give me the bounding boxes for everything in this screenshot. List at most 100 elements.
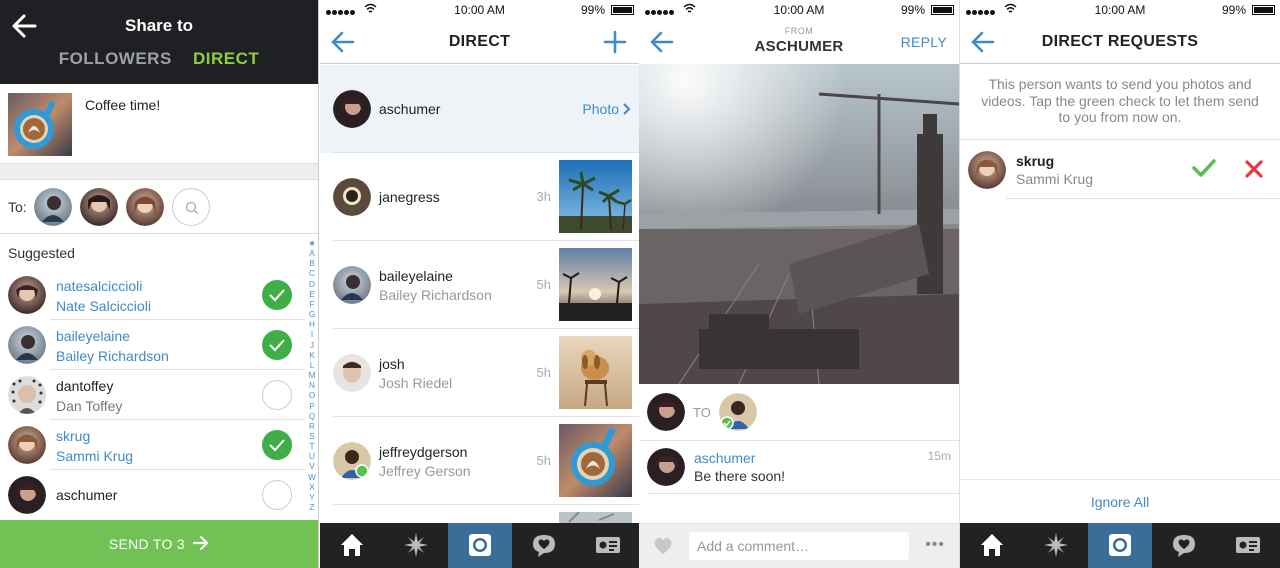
alphabet-letter[interactable]: N <box>305 381 318 391</box>
list-item[interactable]: aschumer <box>0 470 305 520</box>
tab-activity[interactable] <box>512 523 576 568</box>
alphabet-letter[interactable]: W <box>305 473 318 483</box>
profile-icon <box>596 537 620 553</box>
alphabet-letter[interactable]: V <box>305 462 318 472</box>
thread-row[interactable]: josh Josh Riedel 5h <box>320 329 639 417</box>
list-item[interactable]: baileyelaine Bailey Richardson <box>0 320 305 370</box>
alphabet-letter[interactable]: F <box>305 300 318 310</box>
alphabet-letter[interactable]: G <box>305 310 318 320</box>
recipients-row: To: <box>0 180 318 234</box>
tab-home[interactable] <box>320 523 384 568</box>
tab-explore[interactable] <box>1024 523 1088 568</box>
tab-profile[interactable] <box>576 523 639 568</box>
open-photo-link[interactable]: Photo <box>582 101 632 117</box>
alphabet-letter[interactable]: J <box>305 341 318 351</box>
avatar <box>333 442 371 480</box>
reject-x-icon[interactable] <box>1244 159 1264 179</box>
recipient-avatar[interactable] <box>34 188 72 226</box>
select-checkbox[interactable] <box>262 480 292 510</box>
alphabet-letter[interactable]: R <box>305 422 318 432</box>
tab-direct[interactable]: DIRECT <box>193 49 259 68</box>
activity-icon <box>1173 535 1195 557</box>
recipient-avatar[interactable] <box>719 393 757 431</box>
list-item[interactable]: natesalciccioli Nate Salciccioli <box>0 270 305 320</box>
heart-icon[interactable] <box>653 537 673 555</box>
send-button[interactable]: SEND TO 3 <box>0 520 318 568</box>
search-recipients-button[interactable] <box>172 188 210 226</box>
tab-explore[interactable] <box>384 523 448 568</box>
avatar[interactable] <box>647 448 685 486</box>
reply-button[interactable]: REPLY <box>901 34 947 50</box>
explore-icon <box>1044 533 1068 557</box>
alphabet-letter[interactable]: S <box>305 432 318 442</box>
thread-row[interactable]: jeffreydgerson Jeffrey Gerson 5h <box>320 417 639 505</box>
sender-avatar[interactable] <box>647 393 685 431</box>
alphabet-letter[interactable]: I <box>305 330 318 340</box>
alphabet-letter[interactable]: Z <box>305 503 318 513</box>
ignore-all-button[interactable]: Ignore All <box>960 479 1280 523</box>
checkmark-icon <box>269 339 285 352</box>
tab-profile[interactable] <box>1216 523 1280 568</box>
select-checkbox[interactable] <box>262 430 292 460</box>
avatar <box>333 178 371 216</box>
alphabet-letter[interactable]: T <box>305 442 318 452</box>
alphabet-letter[interactable]: X <box>305 483 318 493</box>
alphabet-letter[interactable]: L <box>305 361 318 371</box>
tab-camera[interactable] <box>448 523 512 568</box>
alphabet-letter[interactable]: E <box>305 290 318 300</box>
tab-activity[interactable] <box>1152 523 1216 568</box>
username[interactable]: skrug <box>1016 153 1054 169</box>
list-item[interactable]: skrug Sammi Krug <box>0 420 305 470</box>
alphabet-letter[interactable]: K <box>305 351 318 361</box>
alphabet-letter[interactable]: B <box>305 259 318 269</box>
select-checkbox[interactable] <box>262 330 292 360</box>
recipient-avatar[interactable] <box>80 188 118 226</box>
thread-row[interactable]: baileyelaine Bailey Richardson 5h <box>320 241 639 329</box>
message-photo[interactable] <box>639 64 959 384</box>
checkmark-icon <box>269 289 285 302</box>
message-username[interactable]: aschumer <box>694 450 755 466</box>
thread-row[interactable] <box>320 505 639 525</box>
search-icon <box>185 201 198 214</box>
avatar <box>333 354 371 392</box>
tab-followers[interactable]: FOLLOWERS <box>59 49 172 68</box>
more-options-button[interactable]: ••• <box>925 536 945 554</box>
alphabet-letter[interactable]: Y <box>305 493 318 503</box>
accept-check-icon[interactable] <box>1192 158 1216 178</box>
camera-icon <box>469 534 491 556</box>
alphabet-letter[interactable]: A <box>305 249 318 259</box>
requests-intro: This person wants to send you photos and… <box>981 76 1259 125</box>
message-text: Be there soon! <box>694 468 786 484</box>
list-item[interactable]: dantoffey Dan Toffey <box>0 370 305 420</box>
alphabet-letter[interactable]: M <box>305 371 318 381</box>
select-checkbox[interactable] <box>262 280 292 310</box>
divider <box>1006 198 1280 199</box>
alphabet-index[interactable]: ★ A B C D E F G H I J K L M N O P Q R S T U V W X Y Z <box>305 239 318 513</box>
thread-row[interactable]: aschumer Photo <box>320 65 639 153</box>
username: dantoffey <box>56 378 114 394</box>
alphabet-letter[interactable]: D <box>305 280 318 290</box>
tab-camera[interactable] <box>1088 523 1152 568</box>
plus-icon[interactable] <box>603 30 627 54</box>
alphabet-letter[interactable]: O <box>305 391 318 401</box>
avatar <box>8 276 46 314</box>
tab-home[interactable] <box>960 523 1024 568</box>
thread-row[interactable]: janegress 3h <box>320 153 639 241</box>
comment-input[interactable] <box>689 532 909 560</box>
avatar[interactable] <box>968 151 1006 189</box>
page-title: DIRECT REQUESTS <box>1041 33 1199 50</box>
alphabet-letter[interactable]: U <box>305 452 318 462</box>
alphabet-letter[interactable]: Q <box>305 412 318 422</box>
battery-icon <box>611 5 634 15</box>
alphabet-letter[interactable]: H <box>305 320 318 330</box>
alphabet-letter[interactable]: ★ <box>305 239 318 249</box>
username: natesalciccioli <box>56 278 143 294</box>
caption-text[interactable]: Coffee time! <box>85 97 160 113</box>
timestamp: 15m <box>927 449 951 463</box>
alphabet-letter[interactable]: P <box>305 402 318 412</box>
alphabet-letter[interactable]: C <box>305 269 318 279</box>
select-checkbox[interactable] <box>262 380 292 410</box>
thread-photo <box>559 424 632 497</box>
checkmark-icon <box>269 439 285 452</box>
recipient-avatar[interactable] <box>126 188 164 226</box>
